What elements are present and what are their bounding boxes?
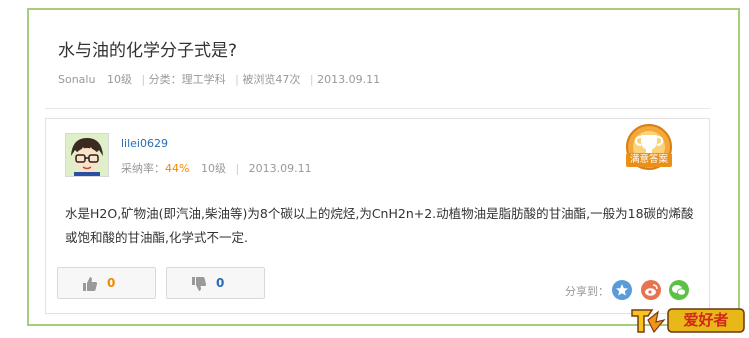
meta-separator: |: [235, 162, 240, 175]
site-watermark: 爱好者: [628, 306, 746, 334]
rate-value: 44%: [165, 162, 190, 175]
question-level: 10级: [106, 73, 132, 86]
answer-level: 10级: [200, 162, 226, 175]
answer-username[interactable]: lilei0629: [121, 137, 168, 150]
upvote-button[interactable]: 0: [57, 267, 156, 299]
header-divider: [45, 108, 710, 109]
star-icon: [616, 284, 628, 296]
question-category[interactable]: 分类：理工学科: [149, 73, 226, 86]
wechat-icon: [672, 285, 686, 296]
meta-separator: |: [141, 73, 146, 86]
trophy-badge-icon: [626, 124, 672, 170]
thumb-down-icon: [192, 277, 207, 291]
weibo-icon: [645, 284, 658, 296]
answer-info: 采纳率：44% 10级 | 2013.09.11: [121, 160, 312, 176]
share-label: 分享到：: [565, 285, 609, 298]
answer-date: 2013.09.11: [248, 162, 312, 175]
avatar[interactable]: [65, 133, 109, 177]
question-title: 水与油的化学分子式是?: [58, 41, 238, 61]
thumb-up-icon: [83, 277, 98, 291]
question-author[interactable]: Sonalu: [58, 73, 95, 86]
meta-separator: |: [309, 73, 314, 86]
rate-label: 采纳率：: [121, 162, 165, 175]
meta-separator: |: [235, 73, 239, 86]
badge-label: 满意答案: [629, 154, 668, 165]
watermark-text: 爱好者: [683, 311, 729, 329]
downvote-count: 0: [216, 276, 225, 290]
question-date: 2013.09.11: [317, 73, 381, 86]
best-answer-badge: 满意答案: [620, 121, 678, 177]
avatar-cartoon-icon: [66, 134, 108, 176]
upvote-count: 0: [107, 276, 116, 290]
downvote-button[interactable]: 0: [166, 267, 265, 299]
share-qzone-icon[interactable]: [612, 280, 632, 300]
share-wechat-icon[interactable]: [669, 280, 689, 300]
answer-text: 水是H2O,矿物油(即汽油,柴油等)为8个碳以上的烷烃,为CnH2n+2.动植物…: [65, 206, 694, 245]
question-meta: Sonalu 10级 | 分类：理工学科 | 被浏览47次 | 2013.09.…: [58, 71, 380, 87]
share-weibo-icon[interactable]: [641, 280, 661, 300]
question-views: 被浏览47次: [242, 73, 301, 86]
